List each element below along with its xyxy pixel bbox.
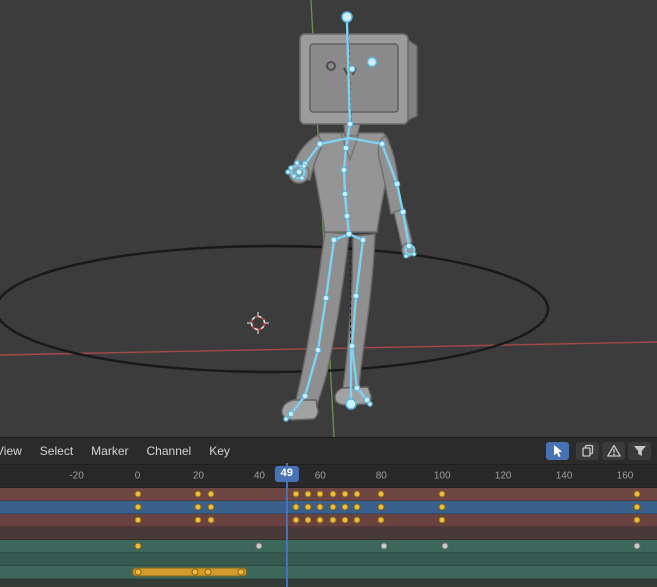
viewport-canvas: [0, 0, 657, 437]
keyframe[interactable]: [316, 490, 324, 498]
menu-select[interactable]: Select: [31, 438, 82, 464]
keyframe[interactable]: [134, 542, 141, 550]
keyframe[interactable]: [633, 503, 641, 511]
keyframe[interactable]: [633, 542, 641, 550]
channel-row-7[interactable]: [0, 566, 657, 579]
root-control[interactable]: [345, 398, 357, 410]
keyframe[interactable]: [304, 503, 312, 511]
keyframe[interactable]: [377, 516, 385, 524]
keyframe[interactable]: [329, 503, 336, 511]
keyframe[interactable]: [207, 490, 215, 498]
keyframe[interactable]: [204, 568, 212, 576]
screen-bone-joint[interactable]: [366, 56, 378, 68]
keyframe[interactable]: [134, 503, 141, 511]
keyframe[interactable]: [134, 516, 141, 524]
keyframe[interactable]: [194, 490, 202, 498]
keyframe[interactable]: [292, 490, 300, 498]
keyframe[interactable]: [380, 542, 388, 550]
keyframe[interactable]: [377, 490, 385, 498]
warning-icon: [606, 444, 621, 457]
ruler-tick-40: 40: [253, 470, 265, 482]
head-target-control[interactable]: [341, 11, 353, 23]
keyframe[interactable]: [353, 490, 361, 498]
dopesheet-channels[interactable]: [0, 488, 657, 587]
keyframe[interactable]: [353, 516, 361, 524]
keyframe[interactable]: [255, 542, 263, 550]
ruler-tick--20: -20: [69, 470, 84, 482]
keyframe[interactable]: [438, 490, 446, 498]
channel-row-4[interactable]: [0, 527, 657, 540]
channel-row-2[interactable]: [0, 501, 657, 514]
monitor-screen: [309, 43, 399, 113]
ruler-tick-20: 20: [192, 470, 204, 482]
ruler-tick-160: 160: [616, 470, 634, 482]
keyframe[interactable]: [191, 568, 199, 576]
ruler-tick-140: 140: [555, 470, 573, 482]
3d-viewport[interactable]: [0, 0, 657, 437]
channel-row-5[interactable]: [0, 540, 657, 553]
keyframe[interactable]: [341, 490, 349, 498]
channel-row-1[interactable]: [0, 488, 657, 501]
filter-button[interactable]: [628, 442, 651, 460]
dopesheet-menu-bar: ViewSelectMarkerChannelKey: [0, 438, 239, 464]
menu-marker[interactable]: Marker: [82, 438, 137, 464]
screen-bone-joint[interactable]: [348, 65, 356, 73]
channel-row-3[interactable]: [0, 514, 657, 527]
keyframe[interactable]: [633, 516, 641, 524]
keyframe[interactable]: [441, 542, 449, 550]
monitor-side: [407, 39, 418, 121]
ruler-tick-0: 0: [134, 470, 141, 482]
cursor-icon: [553, 445, 562, 457]
keyframe[interactable]: [292, 516, 300, 524]
keyframe[interactable]: [134, 568, 141, 576]
monitor-head: [299, 33, 418, 137]
menu-key[interactable]: Key: [200, 438, 239, 464]
keyframe[interactable]: [341, 503, 349, 511]
keyframe[interactable]: [633, 490, 641, 498]
keyframe[interactable]: [438, 503, 446, 511]
dopesheet-header: ViewSelectMarkerChannelKey: [0, 437, 657, 464]
menu-view[interactable]: View: [0, 438, 31, 464]
cursor-tool-button[interactable]: [546, 442, 569, 460]
copy-icon: [581, 444, 593, 457]
keyframe[interactable]: [341, 516, 349, 524]
current-frame-badge[interactable]: 49: [274, 466, 299, 482]
filter-funnel-icon: [633, 446, 646, 456]
keyframe[interactable]: [207, 503, 215, 511]
keyframe[interactable]: [353, 503, 361, 511]
channel-row-8[interactable]: [0, 579, 657, 587]
keyframe-hold-bar[interactable]: [131, 567, 248, 577]
channel-row-6[interactable]: [0, 553, 657, 566]
keyframe[interactable]: [316, 503, 324, 511]
keyframe[interactable]: [377, 503, 385, 511]
keyframe[interactable]: [304, 490, 312, 498]
keyframe[interactable]: [134, 490, 141, 498]
keyframe[interactable]: [292, 503, 300, 511]
ruler-tick-120: 120: [494, 470, 512, 482]
dopesheet-header-tools: [546, 442, 657, 460]
keyframe[interactable]: [304, 516, 312, 524]
copy-button[interactable]: [576, 442, 599, 460]
keyframe[interactable]: [438, 516, 446, 524]
keyframe[interactable]: [207, 516, 215, 524]
blender-window: ViewSelectMarkerChannelKey: [0, 0, 657, 587]
keyframe[interactable]: [316, 516, 324, 524]
ruler-tick-100: 100: [433, 470, 451, 482]
keyframe[interactable]: [329, 490, 336, 498]
keyframe[interactable]: [329, 516, 336, 524]
menu-channel[interactable]: Channel: [138, 438, 201, 464]
ruler-tick-80: 80: [375, 470, 387, 482]
warning-button[interactable]: [602, 442, 625, 460]
keyframe[interactable]: [237, 568, 245, 576]
keyframe[interactable]: [194, 503, 202, 511]
timeline-ruler[interactable]: -20 0 20 40 60 80 100 120 140 160: [0, 464, 657, 488]
ruler-tick-60: 60: [314, 470, 326, 482]
keyframe[interactable]: [194, 516, 202, 524]
